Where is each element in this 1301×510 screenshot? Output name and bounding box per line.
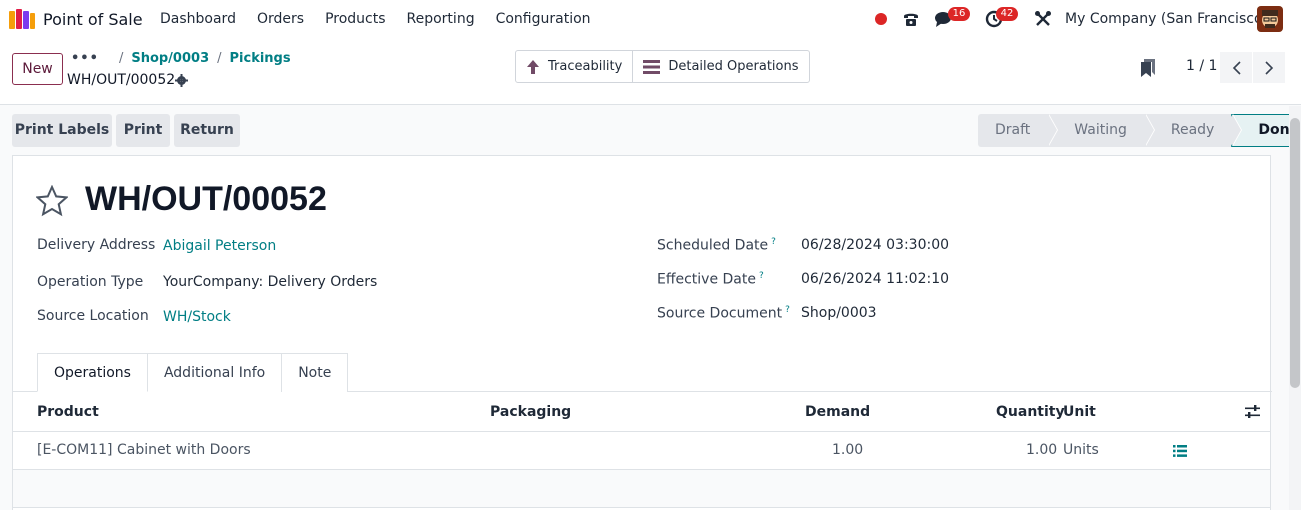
source-document-label-text: Source Document: [657, 305, 783, 322]
top-navbar: Point of Sale Dashboard Orders Products …: [0, 0, 1301, 38]
detailed-operations-list-icon[interactable]: [1173, 445, 1187, 457]
menu-dashboard[interactable]: Dashboard: [160, 11, 236, 27]
column-product[interactable]: Product: [37, 404, 99, 420]
star-icon[interactable]: [36, 185, 68, 217]
help-tooltip-icon[interactable]: ?: [771, 237, 776, 247]
record-title: WH/OUT/00052: [85, 180, 327, 218]
gear-icon[interactable]: [175, 74, 188, 87]
status-bar: Draft Waiting Ready Done: [978, 114, 1301, 147]
breadcrumb-separator: /: [217, 51, 222, 66]
control-panel: New ••• / Shop/0003 / Pickings WH/OUT/00…: [0, 38, 1301, 105]
source-location-field[interactable]: WH/Stock: [163, 309, 231, 325]
column-quantity[interactable]: Quantity: [996, 404, 1065, 420]
detailed-operations-button[interactable]: Detailed Operations: [632, 51, 808, 82]
effective-date-label: Effective Date?: [657, 271, 764, 288]
arrow-up-icon: [527, 59, 539, 74]
delivery-address-label: Delivery Address: [37, 237, 156, 253]
record-name: WH/OUT/00052: [67, 72, 176, 88]
return-button[interactable]: Return: [174, 114, 240, 147]
menu-reporting[interactable]: Reporting: [407, 11, 475, 27]
menu-orders[interactable]: Orders: [257, 11, 304, 27]
operation-type-field[interactable]: YourCompany: Delivery Orders: [163, 274, 377, 290]
activities-count-badge: 42: [996, 7, 1018, 21]
delivery-address-field[interactable]: Abigail Peterson: [163, 238, 276, 254]
new-button[interactable]: New: [12, 53, 63, 85]
bookmark-icon[interactable]: [1141, 59, 1155, 77]
scheduled-date-field[interactable]: 06/28/2024 03:30:00: [801, 237, 949, 253]
pager-previous-button[interactable]: [1220, 52, 1252, 83]
tab-additional-info[interactable]: Additional Info: [146, 353, 283, 392]
tab-note[interactable]: Note: [281, 353, 349, 392]
operation-type-label: Operation Type: [37, 274, 144, 290]
breadcrumb: ••• / Shop/0003 / Pickings: [71, 51, 291, 66]
breadcrumb-pickings[interactable]: Pickings: [230, 51, 291, 66]
pager-buttons: [1220, 52, 1285, 83]
table-row[interactable]: [E-COM11] Cabinet with Doors 1.00 1.00 U…: [13, 432, 1270, 470]
phone-icon[interactable]: [902, 10, 920, 28]
source-document-field[interactable]: Shop/0003: [801, 305, 877, 321]
traceability-button[interactable]: Traceability: [516, 51, 632, 82]
column-unit[interactable]: Unit: [1063, 404, 1096, 420]
effective-date-field: 06/26/2024 11:02:10: [801, 271, 950, 287]
list-icon: [643, 59, 661, 74]
print-labels-button[interactable]: Print Labels: [12, 114, 112, 147]
notebook-tabs: Operations Additional Info Note: [37, 353, 349, 392]
row-quantity[interactable]: 1.00: [1026, 442, 1057, 458]
row-product[interactable]: [E-COM11] Cabinet with Doors: [37, 442, 251, 458]
help-tooltip-icon[interactable]: ?: [759, 271, 764, 281]
pos-app-icon[interactable]: [9, 9, 35, 29]
menu-configuration[interactable]: Configuration: [496, 11, 591, 27]
chevron-left-icon: [1232, 60, 1241, 75]
tab-operations[interactable]: Operations: [37, 353, 148, 392]
operations-table-header: Product Packaging Demand Quantity Unit: [13, 392, 1270, 432]
main-menu: Dashboard Orders Products Reporting Conf…: [160, 11, 612, 27]
stage-draft[interactable]: Draft: [978, 114, 1059, 147]
row-demand[interactable]: 1.00: [832, 442, 863, 458]
stage-ready[interactable]: Ready: [1144, 114, 1243, 147]
page-scrollbar[interactable]: [1289, 106, 1301, 510]
column-demand[interactable]: Demand: [805, 404, 870, 420]
breadcrumb-shop[interactable]: Shop/0003: [131, 51, 209, 66]
traceability-label: Traceability: [548, 59, 623, 74]
optional-columns-sliders-icon[interactable]: [1245, 405, 1260, 419]
app-name[interactable]: Point of Sale: [43, 10, 143, 29]
detailed-operations-label: Detailed Operations: [668, 59, 799, 74]
stage-waiting[interactable]: Waiting: [1048, 114, 1155, 147]
smart-buttons: Traceability Detailed Operations: [515, 50, 810, 83]
breadcrumb-separator: /: [118, 51, 124, 66]
company-switcher[interactable]: My Company (San Francisco): [1065, 11, 1268, 27]
pager-value[interactable]: 1 / 1: [1186, 58, 1217, 74]
menu-products[interactable]: Products: [325, 11, 385, 27]
user-avatar[interactable]: [1257, 6, 1283, 32]
column-packaging[interactable]: Packaging: [490, 404, 571, 420]
pager-next-button[interactable]: [1253, 52, 1285, 83]
form-sheet: WH/OUT/00052 Delivery Address Abigail Pe…: [12, 155, 1272, 510]
table-row-empty: [13, 470, 1270, 508]
source-location-label: Source Location: [37, 308, 149, 324]
scrollbar-thumb[interactable]: [1290, 118, 1300, 388]
effective-date-label-text: Effective Date: [657, 271, 756, 288]
scheduled-date-label: Scheduled Date?: [657, 237, 776, 254]
scheduled-date-label-text: Scheduled Date: [657, 237, 769, 254]
debug-tools-icon[interactable]: [1034, 10, 1052, 28]
row-unit[interactable]: Units: [1063, 442, 1099, 458]
print-button[interactable]: Print: [116, 114, 170, 147]
source-document-label: Source Document?: [657, 305, 790, 322]
help-tooltip-icon[interactable]: ?: [785, 305, 790, 315]
messages-count-badge: 16: [948, 7, 970, 21]
breadcrumb-more-icon[interactable]: •••: [71, 51, 99, 66]
recording-indicator-icon[interactable]: [875, 13, 887, 25]
chevron-right-icon: [1264, 60, 1273, 75]
